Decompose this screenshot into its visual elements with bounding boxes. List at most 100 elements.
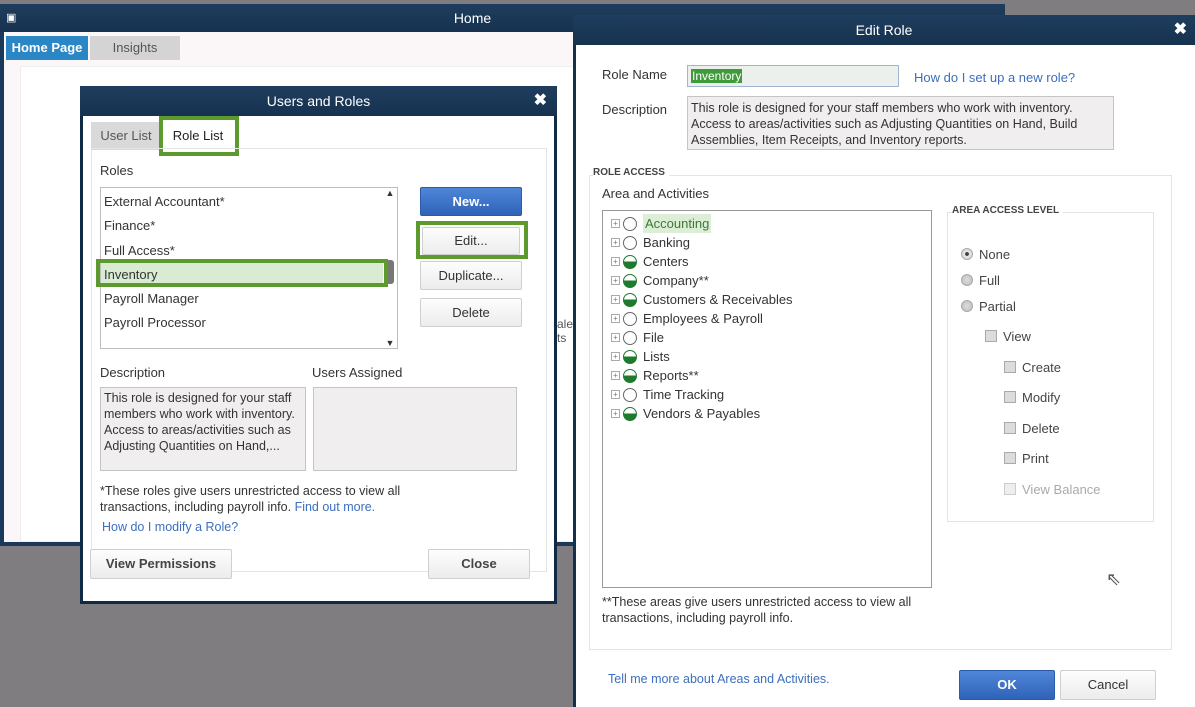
expand-icon[interactable]: + [611,238,620,247]
tab-insights[interactable]: Insights [90,36,180,60]
ok-button[interactable]: OK [959,670,1055,700]
delete-label: Delete [1022,421,1060,436]
expand-icon[interactable]: + [611,352,620,361]
roles-label: Roles [100,163,134,178]
expand-icon[interactable]: + [611,219,620,228]
partial-access-icon [623,349,637,364]
area-activities-label: Area and Activities [602,186,709,201]
edit-role-dialog: Edit Role ✖ Role Name Inventory How do I… [573,15,1195,707]
area-tree-item[interactable]: + Customers & Receivables [611,290,931,309]
setup-role-link[interactable]: How do I set up a new role? [914,70,1075,85]
checkbox-icon [1004,391,1016,403]
role-access-label: ROLE ACCESS [593,167,669,178]
partial-access-icon [623,254,637,269]
view-checkbox[interactable]: View [985,329,1031,344]
partial-access-icon [623,368,637,383]
area-label: Vendors & Payables [643,406,761,421]
area-tree-item[interactable]: + Accounting [611,214,931,233]
view-permissions-button[interactable]: View Permissions [90,549,232,579]
delete-checkbox[interactable]: Delete [1004,421,1060,436]
partial-access-icon [623,406,637,421]
area-label: Employees & Payroll [643,311,763,326]
expand-icon[interactable]: + [611,371,620,380]
area-tree-item[interactable]: + Banking [611,233,931,252]
areas-footnote: **These areas give users unrestricted ac… [602,595,912,625]
access-none-radio[interactable]: None [961,247,1010,262]
role-access-panel: ROLE ACCESS Area and Activities + Account… [589,167,1172,650]
no-access-icon [623,216,637,231]
area-label: Centers [643,254,689,269]
expand-icon[interactable]: + [611,390,620,399]
tell-more-link[interactable]: Tell me more about Areas and Activities. [608,672,830,686]
radio-icon [961,300,973,312]
edit-role-titlebar: Edit Role ✖ [573,15,1195,45]
role-list-item[interactable]: Payroll Manager [101,287,389,311]
expand-icon[interactable]: + [611,257,620,266]
close-button[interactable]: Close [428,549,530,579]
edit-role-title: Edit Role [855,22,913,38]
print-checkbox[interactable]: Print [1004,451,1049,466]
edit-role-description-box: This role is designed for your staff mem… [687,96,1114,150]
find-out-more-link[interactable]: Find out more. [295,500,376,514]
role-list-item[interactable]: Payroll Processor [101,311,389,335]
home-partial-text: ale ts [557,317,573,345]
area-tree-item[interactable]: + Centers [611,252,931,271]
access-full-label: Full [979,273,1000,288]
role-name-input[interactable]: Inventory [687,65,899,87]
tab-user-list[interactable]: User List [91,122,161,150]
access-partial-label: Partial [979,299,1016,314]
new-role-button[interactable]: New... [420,187,522,216]
view-balance-label: View Balance [1022,482,1101,497]
expand-icon[interactable]: + [611,333,620,342]
users-assigned-box [313,387,517,471]
area-label: Time Tracking [643,387,725,402]
home-partial-text-line: ts [557,331,567,345]
create-checkbox[interactable]: Create [1004,360,1061,375]
window-menu-icon[interactable]: ▣ [6,4,16,32]
description-label: Description [100,365,166,380]
radio-checked-icon [961,248,973,260]
access-partial-radio[interactable]: Partial [961,299,1016,314]
no-access-icon [623,387,637,402]
area-tree-item[interactable]: + Employees & Payroll [611,309,931,328]
role-list-item[interactable]: External Accountant* [101,190,389,214]
area-label: Lists [643,349,670,364]
modify-role-link[interactable]: How do I modify a Role? [102,520,238,534]
area-tree-item[interactable]: + Reports** [611,366,931,385]
cancel-button[interactable]: Cancel [1060,670,1156,700]
close-icon[interactable]: ✖ [1174,15,1187,45]
area-tree-item[interactable]: + Company** [611,271,931,290]
area-tree-item[interactable]: + Lists [611,347,931,366]
duplicate-role-button[interactable]: Duplicate... [420,261,522,290]
checkbox-icon [1004,361,1016,373]
scroll-down-icon[interactable]: ▼ [383,338,397,348]
users-roles-titlebar: Users and Roles ✖ [80,86,557,116]
delete-role-button[interactable]: Delete [420,298,522,327]
role-list-panel: Roles External Accountant* Finance* Full A… [91,148,547,572]
area-access-level-panel: AREA ACCESS LEVEL None Full Partial View… [947,205,1154,522]
expand-icon[interactable]: + [611,409,620,418]
expand-icon[interactable]: + [611,295,620,304]
view-label: View [1003,329,1031,344]
role-description-box: This role is designed for your staff mem… [100,387,306,471]
expand-icon[interactable]: + [611,314,620,323]
area-tree-item[interactable]: + File [611,328,931,347]
partial-access-icon [623,273,637,288]
area-tree-item[interactable]: + Time Tracking [611,385,931,404]
scroll-up-icon[interactable]: ▲ [383,188,397,198]
expand-icon[interactable]: + [611,276,620,285]
area-label: Banking [643,235,690,250]
view-balance-checkbox[interactable]: View Balance [1004,482,1101,497]
access-full-radio[interactable]: Full [961,273,1000,288]
area-tree-item[interactable]: + Vendors & Payables [611,404,931,423]
tab-home-page[interactable]: Home Page [6,36,88,60]
print-label: Print [1022,451,1049,466]
areas-tree[interactable]: + Accounting + Banking + Centers + Company** + Cu… [602,210,932,588]
partial-access-icon [623,292,637,307]
modify-checkbox[interactable]: Modify [1004,390,1060,405]
close-icon[interactable]: ✖ [534,86,547,116]
users-assigned-label: Users Assigned [312,365,403,380]
mouse-cursor-icon: ⇖ [1106,569,1122,589]
checkbox-icon [985,330,997,342]
role-list-item[interactable]: Finance* [101,214,389,238]
